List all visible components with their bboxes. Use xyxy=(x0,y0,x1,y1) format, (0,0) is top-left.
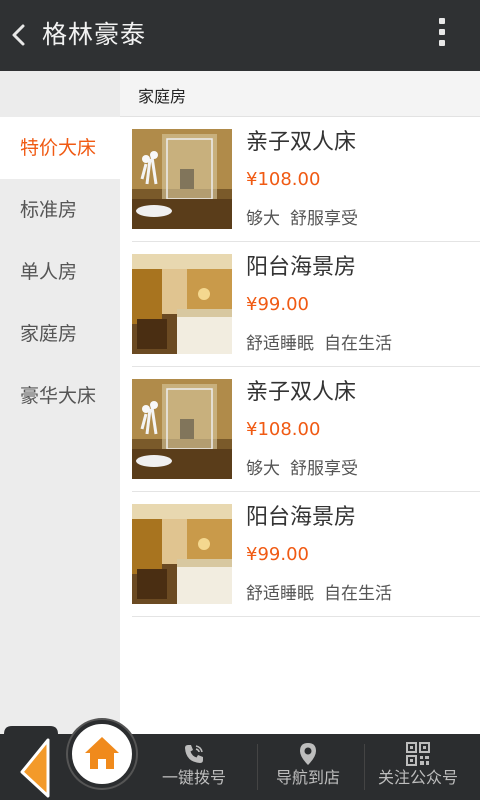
page-title: 格林豪泰 xyxy=(42,20,147,49)
room-tag: 够大 xyxy=(246,209,280,229)
room-tags: 舒适睡眠 自在生活 xyxy=(246,582,402,606)
room-tag: 够大 xyxy=(246,459,280,479)
sidebar-item-special-king[interactable]: 特价大床 xyxy=(0,117,120,179)
qr-code-icon xyxy=(406,742,430,766)
phone-icon xyxy=(185,745,203,763)
back-button[interactable] xyxy=(8,18,32,52)
home-button[interactable] xyxy=(68,720,136,788)
room-tags: 够大 舒服享受 xyxy=(246,207,368,231)
nav-label-navigate: 导航到店 xyxy=(275,768,340,787)
home-icon xyxy=(85,737,119,769)
room-list-item[interactable]: 阳台海景房 ¥99.00 舒适睡眠 自在生活 xyxy=(132,242,480,367)
navigate-button[interactable]: 导航到店 xyxy=(266,734,350,800)
section-header: 家庭房 xyxy=(120,71,480,117)
more-vertical-icon xyxy=(432,18,452,46)
section-title: 家庭房 xyxy=(138,87,187,106)
sidebar-item-standard[interactable]: 标准房 xyxy=(0,179,120,241)
room-price: ¥99.00 xyxy=(246,294,309,315)
sidebar-item-family[interactable]: 家庭房 xyxy=(0,303,120,365)
nav-divider xyxy=(364,744,365,790)
room-tag: 舒服享受 xyxy=(290,459,358,479)
nav-label-follow: 关注公众号 xyxy=(377,768,458,787)
top-bar: 格林豪泰 xyxy=(0,0,480,71)
room-tags: 舒适睡眠 自在生活 xyxy=(246,332,402,356)
room-price: ¥108.00 xyxy=(246,419,321,440)
room-thumbnail xyxy=(132,129,232,229)
room-name: 阳台海景房 xyxy=(246,255,357,280)
room-list-item[interactable]: 亲子双人床 ¥108.00 够大 舒服享受 xyxy=(132,117,480,242)
bathroom-photo xyxy=(132,129,232,229)
location-pin-icon xyxy=(300,743,316,765)
sidebar-item-single[interactable]: 单人房 xyxy=(0,241,120,303)
room-tag: 舒服享受 xyxy=(290,209,358,229)
nav-label-dial: 一键拨号 xyxy=(161,768,226,787)
more-menu-button[interactable] xyxy=(432,18,452,52)
triangle-left-icon xyxy=(4,726,58,800)
chevron-left-icon xyxy=(12,24,25,46)
category-sidebar: 特价大床 标准房 单人房 家庭房 豪华大床 xyxy=(0,71,120,734)
room-list-panel: 家庭房 亲子双人床 ¥108.00 够大 舒服享受 阳台海景房 ¥99.00 舒… xyxy=(120,71,480,734)
room-price: ¥99.00 xyxy=(246,544,309,565)
dial-button[interactable]: 一键拨号 xyxy=(150,734,238,800)
room-tag: 舒适睡眠 xyxy=(246,584,314,604)
follow-account-button[interactable]: 关注公众号 xyxy=(370,734,466,800)
room-thumbnail xyxy=(132,379,232,479)
room-thumbnail xyxy=(132,504,232,604)
room-list-item[interactable]: 阳台海景房 ¥99.00 舒适睡眠 自在生活 xyxy=(132,492,480,617)
room-price: ¥108.00 xyxy=(246,169,321,190)
sidebar-item-deluxe-king[interactable]: 豪华大床 xyxy=(0,365,120,427)
collapse-nav-button[interactable] xyxy=(0,724,60,800)
room-name: 阳台海景房 xyxy=(246,505,357,530)
bathroom-photo xyxy=(132,379,232,479)
room-name: 亲子双人床 xyxy=(246,380,357,405)
room-list-item[interactable]: 亲子双人床 ¥108.00 够大 舒服享受 xyxy=(132,367,480,492)
nav-divider xyxy=(257,744,258,790)
room-tags: 够大 舒服享受 xyxy=(246,457,368,481)
room-tag: 自在生活 xyxy=(324,584,392,604)
room-tag: 自在生活 xyxy=(324,334,392,354)
room-tag: 舒适睡眠 xyxy=(246,334,314,354)
bedroom-photo xyxy=(132,504,232,604)
bedroom-photo xyxy=(132,254,232,354)
room-thumbnail xyxy=(132,254,232,354)
room-name: 亲子双人床 xyxy=(246,130,357,155)
